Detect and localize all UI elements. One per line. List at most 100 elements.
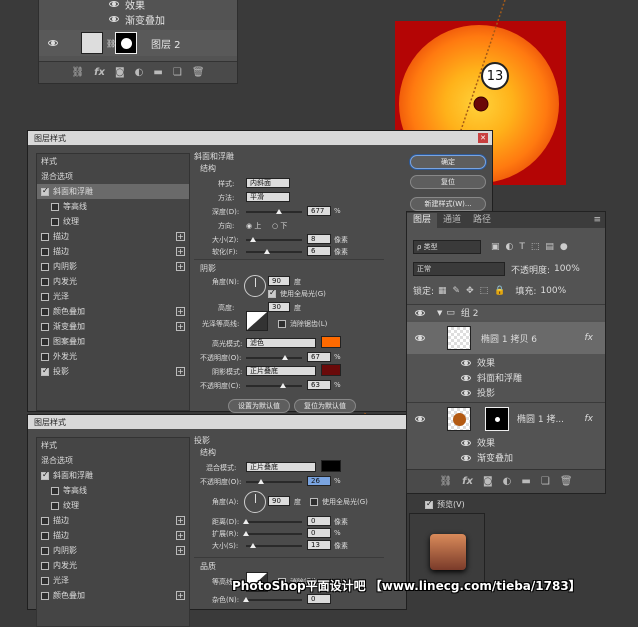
inner-shadow-checkbox[interactable] bbox=[41, 546, 49, 555]
angle-input[interactable]: 90 bbox=[268, 276, 290, 286]
soften-input[interactable]: 6 bbox=[307, 246, 331, 256]
eye-icon[interactable] bbox=[415, 415, 425, 422]
adjustment-icon[interactable]: ◐ bbox=[503, 476, 512, 487]
color-overlay-item[interactable]: 颜色叠加 + bbox=[37, 588, 189, 603]
outer-glow-checkbox[interactable] bbox=[41, 352, 49, 361]
distance-slider[interactable] bbox=[243, 519, 302, 524]
add-icon[interactable]: + bbox=[176, 367, 185, 376]
noise-input[interactable]: 0 bbox=[307, 594, 331, 604]
highlight-mode-select[interactable]: 滤色 bbox=[246, 338, 316, 348]
antialias-checkbox[interactable]: 消除锯齿(L) bbox=[278, 319, 327, 329]
opacity-slider[interactable] bbox=[246, 479, 302, 484]
filter-icons[interactable]: ▣◐T⬚▤● bbox=[491, 242, 574, 252]
filter-kind-select[interactable]: ρ 类型 bbox=[413, 240, 481, 254]
stroke-checkbox[interactable] bbox=[41, 516, 49, 525]
layer-row[interactable]: 椭圆 1 拷... fx bbox=[407, 402, 605, 434]
size-input[interactable]: 13 bbox=[307, 540, 331, 550]
fill-value[interactable]: 100% bbox=[540, 286, 566, 296]
texture-checkbox[interactable] bbox=[51, 501, 59, 510]
link-icon[interactable]: ⛓ bbox=[439, 476, 452, 487]
stroke-checkbox[interactable] bbox=[41, 232, 49, 241]
spread-slider[interactable] bbox=[243, 531, 302, 536]
bevel-item[interactable]: 斜面和浮雕 bbox=[37, 468, 189, 483]
satin-checkbox[interactable] bbox=[41, 292, 49, 301]
highlight-opacity-slider[interactable] bbox=[246, 355, 302, 360]
texture-checkbox[interactable] bbox=[51, 217, 59, 226]
eye-icon[interactable] bbox=[461, 374, 471, 381]
bevel-item[interactable]: 斜面和浮雕 bbox=[37, 184, 189, 199]
angle-dial[interactable] bbox=[244, 275, 266, 297]
add-icon[interactable]: + bbox=[176, 516, 185, 525]
stroke-item[interactable]: 描边 + bbox=[37, 513, 189, 528]
new-layer-icon[interactable]: ❏ bbox=[541, 476, 550, 487]
add-icon[interactable]: + bbox=[176, 262, 185, 271]
contour-item[interactable]: 等高线 bbox=[37, 199, 189, 214]
new-style-button[interactable]: 新建样式(W)... bbox=[410, 197, 486, 211]
trash-icon[interactable]: 🗑 bbox=[560, 476, 573, 487]
outer-glow-item[interactable]: 外发光 bbox=[37, 349, 189, 364]
group-row[interactable]: ▼ ▭ 组 2 bbox=[407, 304, 605, 320]
contour-checkbox[interactable] bbox=[51, 486, 59, 495]
add-icon[interactable]: + bbox=[176, 247, 185, 256]
gradient-overlay-item[interactable]: 渐变叠加 + bbox=[37, 319, 189, 334]
stroke-checkbox[interactable] bbox=[41, 531, 49, 540]
gradient-overlay-checkbox[interactable] bbox=[41, 322, 49, 331]
bevel-checkbox[interactable] bbox=[41, 186, 49, 196]
eye-icon[interactable] bbox=[415, 335, 425, 341]
eye-icon[interactable] bbox=[461, 454, 471, 461]
direction-up-radio[interactable]: ◉ 上 bbox=[246, 221, 261, 231]
folder-icon[interactable]: ▬ bbox=[521, 476, 530, 487]
texture-item[interactable]: 纹理 bbox=[37, 498, 189, 513]
global-light-checkbox[interactable]: 使用全局光(G) bbox=[310, 497, 368, 507]
highlight-opacity-input[interactable]: 67 bbox=[307, 352, 331, 362]
set-default-button[interactable]: 设置为默认值 bbox=[228, 399, 290, 413]
altitude-input[interactable]: 30 bbox=[268, 302, 290, 312]
shadow-mode-select[interactable]: 正片叠底 bbox=[246, 366, 316, 376]
soften-slider[interactable] bbox=[246, 249, 302, 254]
pattern-overlay-checkbox[interactable] bbox=[41, 337, 49, 346]
add-icon[interactable]: + bbox=[176, 232, 185, 241]
technique-select[interactable]: 平滑 bbox=[246, 192, 290, 202]
ok-button[interactable]: 确定 bbox=[410, 155, 486, 169]
eye-icon[interactable] bbox=[415, 309, 425, 316]
eye-icon[interactable] bbox=[461, 359, 471, 366]
stroke-item[interactable]: 描边 + bbox=[37, 229, 189, 244]
close-icon[interactable]: ✕ bbox=[478, 133, 488, 143]
reset-button[interactable]: 复位 bbox=[410, 175, 486, 189]
inner-glow-item[interactable]: 内发光 bbox=[37, 558, 189, 573]
color-overlay-checkbox[interactable] bbox=[41, 307, 49, 316]
inner-shadow-item[interactable]: 内阴影 + bbox=[37, 543, 189, 558]
shadow-opacity-slider[interactable] bbox=[246, 383, 302, 388]
texture-item[interactable]: 纹理 bbox=[37, 214, 189, 229]
depth-input[interactable]: 677 bbox=[307, 206, 331, 216]
inner-shadow-item[interactable]: 内阴影 + bbox=[37, 259, 189, 274]
inner-glow-checkbox[interactable] bbox=[41, 277, 49, 286]
global-light-checkbox[interactable]: 使用全局光(G) bbox=[268, 288, 326, 299]
satin-item[interactable]: 光泽 bbox=[37, 573, 189, 588]
mask-icon[interactable]: ◙ bbox=[483, 476, 493, 487]
lock-icons[interactable]: ▦✎✥⬚🔒 bbox=[438, 286, 511, 296]
add-icon[interactable]: + bbox=[176, 322, 185, 331]
size-slider[interactable] bbox=[246, 543, 302, 548]
inner-glow-item[interactable]: 内发光 bbox=[37, 274, 189, 289]
satin-checkbox[interactable] bbox=[41, 576, 49, 585]
blend-options-item[interactable]: 混合选项 bbox=[37, 169, 189, 184]
noise-slider[interactable] bbox=[243, 597, 302, 602]
distance-input[interactable]: 0 bbox=[307, 516, 331, 526]
fx-icon[interactable]: fx bbox=[585, 333, 594, 343]
drop-shadow-checkbox[interactable] bbox=[41, 366, 49, 376]
color-overlay-item[interactable]: 颜色叠加 + bbox=[37, 304, 189, 319]
add-icon[interactable]: + bbox=[176, 307, 185, 316]
style-select[interactable]: 内斜面 bbox=[246, 178, 290, 188]
size-slider[interactable] bbox=[246, 237, 302, 242]
shadow-color-swatch[interactable] bbox=[321, 364, 341, 376]
reset-default-button[interactable]: 复位为默认值 bbox=[294, 399, 356, 413]
opacity-value[interactable]: 100% bbox=[554, 264, 580, 274]
blend-options-item[interactable]: 混合选项 bbox=[37, 453, 189, 468]
blend-mode-select[interactable]: 正常 bbox=[413, 262, 505, 276]
tab-layers[interactable]: 图层 bbox=[407, 213, 438, 228]
inner-shadow-checkbox[interactable] bbox=[41, 262, 49, 271]
pattern-overlay-item[interactable]: 图案叠加 bbox=[37, 334, 189, 349]
chevron-down-icon[interactable]: ▼ bbox=[437, 309, 442, 317]
drop-shadow-item[interactable]: 投影+ bbox=[37, 364, 189, 379]
